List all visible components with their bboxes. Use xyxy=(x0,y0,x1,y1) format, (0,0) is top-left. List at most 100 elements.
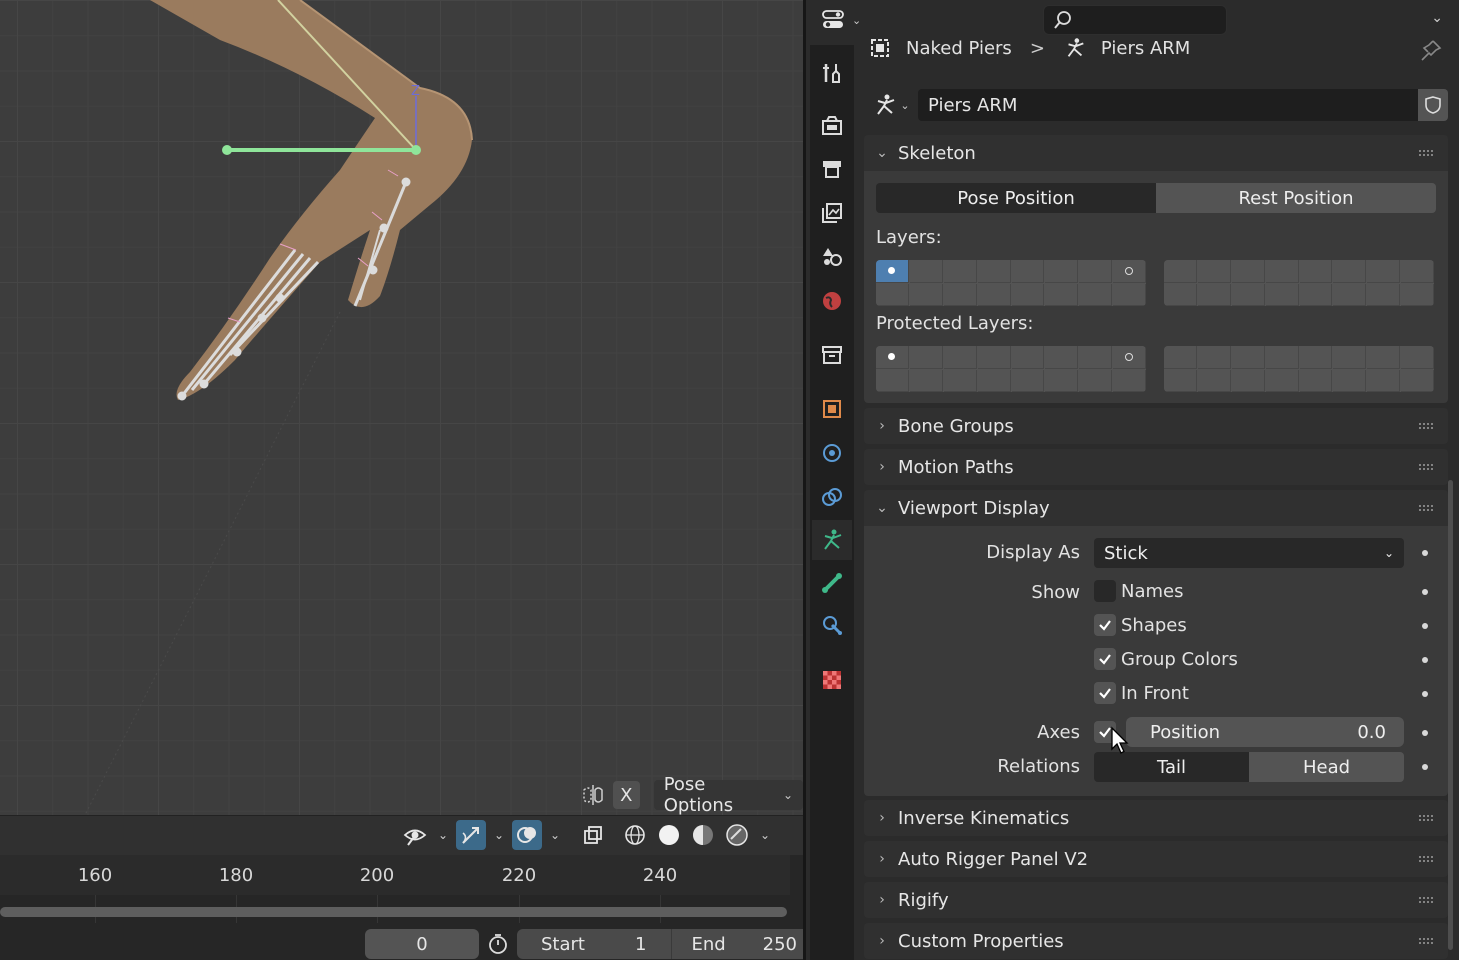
layer-cell[interactable] xyxy=(1164,283,1197,306)
mirror-icon[interactable] xyxy=(580,781,607,809)
layer-cell[interactable] xyxy=(909,260,943,283)
tab-render[interactable] xyxy=(812,105,852,145)
rendered-shading-icon[interactable] xyxy=(722,820,752,850)
stopwatch-icon[interactable] xyxy=(485,931,511,957)
layer-cell[interactable] xyxy=(1164,369,1197,392)
drag-grip-icon[interactable] xyxy=(1418,422,1434,430)
motion-paths-panel-header[interactable]: › Motion Paths xyxy=(864,449,1448,485)
layer-cell[interactable] xyxy=(1401,346,1434,369)
inverse-kinematics-panel-header[interactable]: › Inverse Kinematics xyxy=(864,800,1448,836)
layer-cell[interactable] xyxy=(1299,283,1333,306)
layer-cell[interactable] xyxy=(1333,283,1367,306)
drag-grip-icon[interactable] xyxy=(1418,937,1434,945)
layer-cell[interactable] xyxy=(977,283,1011,306)
layer-cell[interactable] xyxy=(977,260,1011,283)
layer-cell[interactable] xyxy=(909,346,943,369)
layer-cell[interactable] xyxy=(1333,369,1367,392)
viewport-display-panel-header[interactable]: ⌄ Viewport Display xyxy=(864,490,1448,526)
layer-cell[interactable] xyxy=(1079,260,1113,283)
animate-property-dot[interactable] xyxy=(1422,691,1428,697)
layer-cell[interactable] xyxy=(943,346,977,369)
layer-cell[interactable] xyxy=(1367,369,1401,392)
drag-grip-icon[interactable] xyxy=(1418,463,1434,471)
overlays-toggle[interactable] xyxy=(512,820,542,850)
bone-groups-panel-header[interactable]: › Bone Groups xyxy=(864,408,1448,444)
layer-cell[interactable] xyxy=(943,260,977,283)
gizmo-toggle[interactable] xyxy=(456,820,486,850)
layer-cell[interactable] xyxy=(1299,369,1333,392)
frame-range-field[interactable]: Start 1 End 250 xyxy=(517,929,817,959)
layer-cell[interactable] xyxy=(876,283,909,306)
layer-cell[interactable] xyxy=(943,283,977,306)
layer-cell[interactable] xyxy=(1401,369,1434,392)
in-front-checkbox[interactable] xyxy=(1094,682,1116,704)
start-frame-field[interactable]: Start 1 xyxy=(517,929,671,959)
axes-position-field[interactable]: Position 0.0 xyxy=(1126,717,1404,747)
layers-grid-left[interactable] xyxy=(876,260,1146,306)
animate-property-dot[interactable] xyxy=(1422,623,1428,629)
timeline-scrollbar[interactable] xyxy=(0,907,787,917)
layer-cell[interactable] xyxy=(1231,283,1265,306)
armature-scene[interactable]: Z xyxy=(0,0,803,815)
tab-modifiers[interactable] xyxy=(812,433,852,473)
layer-cell[interactable] xyxy=(1367,346,1401,369)
layer-cell[interactable] xyxy=(876,346,909,369)
current-frame-field[interactable]: 0 xyxy=(365,929,479,959)
layer-cell[interactable] xyxy=(1265,369,1299,392)
layers-grid-right[interactable] xyxy=(1164,260,1434,306)
animate-property-dot[interactable] xyxy=(1422,589,1428,595)
pose-options-dropdown[interactable]: Pose Options ⌄ xyxy=(653,774,803,815)
layer-cell[interactable] xyxy=(1113,283,1146,306)
chevron-down-icon[interactable]: ⌄ xyxy=(490,820,508,850)
layer-cell[interactable] xyxy=(1113,260,1146,283)
tab-output[interactable] xyxy=(812,149,852,189)
layer-cell[interactable] xyxy=(1265,346,1299,369)
drag-grip-icon[interactable] xyxy=(1418,896,1434,904)
tab-armature-data[interactable] xyxy=(812,520,852,560)
wireframe-shading-icon[interactable] xyxy=(620,820,650,850)
chevron-down-icon[interactable]: ⌄ xyxy=(546,820,564,850)
layer-cell[interactable] xyxy=(1045,260,1079,283)
properties-scrollbar[interactable] xyxy=(1448,480,1453,950)
tab-object-constraints[interactable] xyxy=(812,477,852,517)
layer-cell[interactable] xyxy=(1197,283,1231,306)
animate-property-dot[interactable] xyxy=(1422,730,1428,736)
chevron-down-icon[interactable]: ⌄ xyxy=(1431,10,1443,26)
animate-property-dot[interactable] xyxy=(1422,657,1428,663)
visibility-eye-icon[interactable] xyxy=(400,820,430,850)
layer-cell[interactable] xyxy=(943,369,977,392)
tab-bone[interactable] xyxy=(812,563,852,603)
names-checkbox[interactable] xyxy=(1094,580,1116,602)
layer-cell[interactable] xyxy=(1333,260,1367,283)
layer-cell[interactable] xyxy=(1401,283,1434,306)
layer-cell[interactable] xyxy=(1367,283,1401,306)
timeline-ruler[interactable]: 160 180 200 220 240 xyxy=(0,855,790,895)
timeline[interactable]: 160 180 200 220 240 0 Start 1 End 250 xyxy=(0,855,817,960)
chevron-down-icon[interactable]: ⌄ xyxy=(756,820,774,850)
layer-cell[interactable] xyxy=(1079,369,1113,392)
layer-cell[interactable] xyxy=(1197,369,1231,392)
layer-cell[interactable] xyxy=(977,346,1011,369)
layer-cell[interactable] xyxy=(1079,283,1113,306)
pin-icon[interactable] xyxy=(1419,38,1443,67)
layer-cell[interactable] xyxy=(1197,346,1231,369)
tab-texture[interactable] xyxy=(812,660,852,700)
layer-cell[interactable] xyxy=(1011,369,1045,392)
layer-cell[interactable] xyxy=(1231,346,1265,369)
tab-scene[interactable] xyxy=(812,237,852,277)
layer-cell[interactable] xyxy=(876,369,909,392)
solid-shading-icon[interactable] xyxy=(654,820,684,850)
3d-viewport[interactable]: Z X Pose Options ⌄ xyxy=(0,0,803,815)
drag-grip-icon[interactable] xyxy=(1418,504,1434,512)
datablock-name-field[interactable]: Piers ARM xyxy=(918,89,1418,121)
layer-cell[interactable] xyxy=(1164,260,1197,283)
animate-property-dot[interactable] xyxy=(1422,550,1428,556)
layer-cell[interactable] xyxy=(1299,260,1333,283)
relations-head-button[interactable]: Head xyxy=(1249,752,1404,782)
material-shading-icon[interactable] xyxy=(688,820,718,850)
layer-cell[interactable] xyxy=(1265,260,1299,283)
tab-tool[interactable] xyxy=(812,53,852,93)
layer-cell[interactable] xyxy=(1045,283,1079,306)
layer-cell[interactable] xyxy=(1299,346,1333,369)
layer-cell[interactable] xyxy=(1011,346,1045,369)
